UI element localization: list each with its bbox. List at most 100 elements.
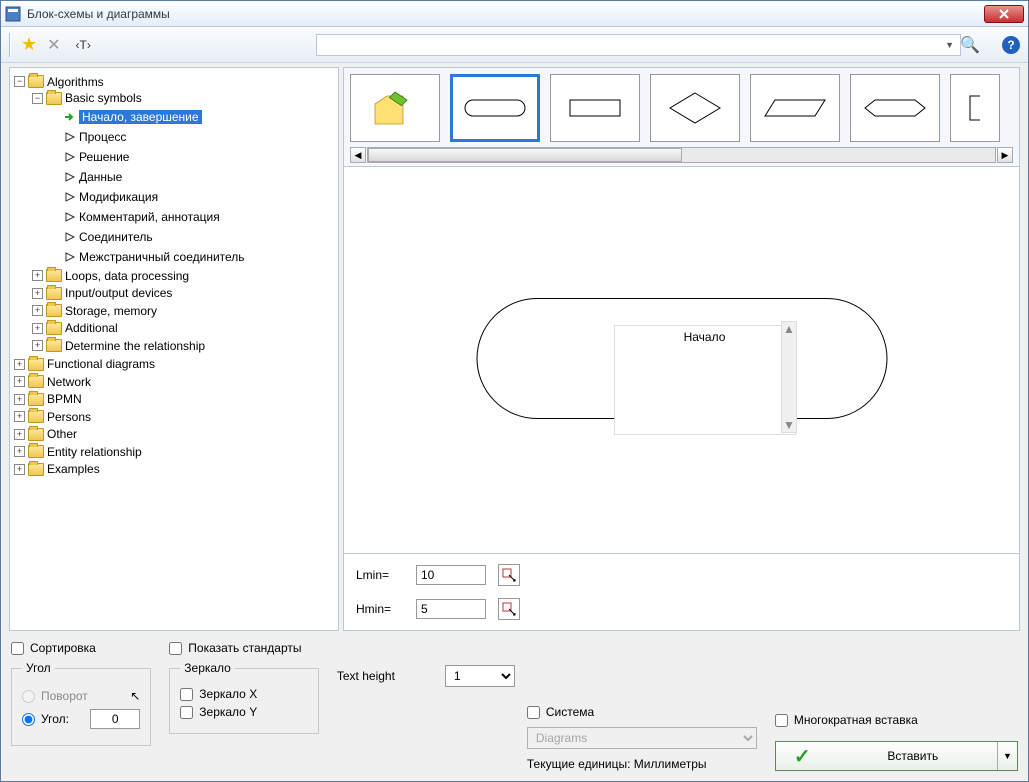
tree-node[interactable]: +Persons bbox=[14, 410, 91, 424]
thumb-decision[interactable] bbox=[650, 74, 740, 142]
tree-node[interactable]: +Determine the relationship bbox=[32, 339, 205, 353]
tree-node[interactable]: +Functional diagrams bbox=[14, 357, 155, 371]
insert-button[interactable]: ✓ Вставить ▼ bbox=[775, 741, 1018, 771]
tree-label: Network bbox=[47, 375, 91, 389]
arrow-icon bbox=[64, 191, 76, 203]
hmin-input[interactable] bbox=[416, 599, 486, 619]
angle-radio[interactable] bbox=[22, 713, 35, 726]
tree-label: Начало, завершение bbox=[79, 110, 202, 124]
tree-item[interactable]: Межстраничный соединитель bbox=[50, 250, 245, 264]
insert-dropdown-icon[interactable]: ▼ bbox=[997, 742, 1017, 770]
tree-item[interactable]: Решение bbox=[50, 150, 129, 164]
mirror-y-checkbox[interactable]: Зеркало Y bbox=[180, 705, 308, 719]
search-icon[interactable]: 🔍 bbox=[960, 35, 980, 55]
tree-node[interactable]: +Examples bbox=[14, 462, 100, 476]
tree-item[interactable]: Процесс bbox=[50, 130, 126, 144]
folder-icon bbox=[46, 322, 62, 335]
text-mode-button[interactable]: ‹T› bbox=[71, 35, 96, 55]
toolbar-grip bbox=[9, 33, 11, 57]
mirror-x-checkbox[interactable]: Зеркало X bbox=[180, 687, 308, 701]
multi-insert-checkbox[interactable]: Многократная вставка bbox=[775, 713, 1018, 727]
tree-label: Storage, memory bbox=[65, 304, 157, 318]
thumb-data[interactable] bbox=[750, 74, 840, 142]
search-input[interactable] bbox=[316, 34, 961, 56]
label-scrollbar[interactable]: ▲▼ bbox=[781, 321, 797, 433]
folder-icon bbox=[28, 358, 44, 371]
tree-item[interactable]: Комментарий, аннотация bbox=[50, 210, 220, 224]
tree-node-algorithms[interactable]: −Algorithms bbox=[14, 75, 104, 89]
folder-icon bbox=[46, 339, 62, 352]
arrow-icon bbox=[64, 211, 76, 223]
angle-input[interactable] bbox=[90, 709, 140, 729]
help-button[interactable]: ? bbox=[1002, 36, 1020, 54]
tree-node[interactable]: +Storage, memory bbox=[32, 304, 157, 318]
folder-icon bbox=[28, 375, 44, 388]
tree-label: Решение bbox=[79, 150, 129, 164]
thumb-process[interactable] bbox=[550, 74, 640, 142]
tree-label: Other bbox=[47, 427, 77, 441]
folder-icon bbox=[28, 75, 44, 88]
tree-label: Модификация bbox=[79, 190, 158, 204]
system-checkbox[interactable]: Система bbox=[527, 705, 757, 719]
tree-item[interactable]: Соединитель bbox=[50, 230, 153, 244]
star-icon[interactable]: ★ bbox=[21, 34, 37, 55]
search-dropdown-icon[interactable]: ▼ bbox=[945, 40, 954, 50]
tree-label: Persons bbox=[47, 410, 91, 424]
check-icon: ✓ bbox=[794, 744, 811, 769]
angle-fieldset: Угол Поворот ↖ Угол: bbox=[11, 661, 151, 746]
tree-label: Determine the relationship bbox=[65, 339, 205, 353]
tree-item[interactable]: Начало, завершение bbox=[50, 110, 202, 124]
text-height-select[interactable]: 1 bbox=[445, 665, 515, 687]
tree-node[interactable]: +Entity relationship bbox=[14, 445, 142, 459]
tree-item[interactable]: Данные bbox=[50, 170, 122, 184]
shape-preview: Начало ▲▼ bbox=[343, 167, 1020, 554]
tree-node-basic-symbols[interactable]: −Basic symbols bbox=[32, 91, 142, 105]
mirror-y-label: Зеркало Y bbox=[199, 705, 257, 719]
scroll-left-icon[interactable]: ◀ bbox=[350, 147, 366, 163]
text-height-label: Text height bbox=[337, 669, 395, 683]
sort-checkbox[interactable]: Сортировка bbox=[11, 641, 151, 655]
scroll-thumb[interactable] bbox=[368, 148, 682, 162]
shape-label-input[interactable]: Начало bbox=[615, 326, 795, 434]
tree-item[interactable]: Модификация bbox=[50, 190, 158, 204]
tree-node[interactable]: +Input/output devices bbox=[32, 286, 172, 300]
hmin-pick-button[interactable] bbox=[498, 598, 520, 620]
thumb-terminator[interactable] bbox=[450, 74, 540, 142]
tree-label: Additional bbox=[65, 321, 118, 335]
tree-node[interactable]: +Network bbox=[14, 375, 91, 389]
lmin-pick-button[interactable] bbox=[498, 564, 520, 586]
tree-label: BPMN bbox=[47, 392, 82, 406]
tree-label: Комментарий, аннотация bbox=[79, 210, 220, 224]
tree-label: Межстраничный соединитель bbox=[79, 250, 245, 264]
folder-icon bbox=[28, 410, 44, 423]
arrow-icon bbox=[64, 251, 76, 263]
system-label: Система bbox=[546, 705, 594, 719]
hmin-row: Hmin= bbox=[356, 598, 1007, 620]
window-title: Блок-схемы и диаграммы bbox=[27, 7, 984, 21]
tree-node[interactable]: +Additional bbox=[32, 321, 118, 335]
tree-node[interactable]: +Loops, data processing bbox=[32, 269, 189, 283]
scroll-track[interactable] bbox=[367, 147, 996, 163]
standards-label: Показать стандарты bbox=[188, 641, 301, 655]
tree-node[interactable]: +Other bbox=[14, 427, 77, 441]
arrow-icon bbox=[64, 231, 76, 243]
thumb-scrollbar[interactable]: ◀ ▶ bbox=[350, 146, 1013, 164]
cursor-icon: ↖ bbox=[130, 689, 140, 703]
close-icon bbox=[999, 9, 1009, 19]
symbol-tree[interactable]: −Algorithms −Basic symbols Начало, завер… bbox=[12, 72, 336, 477]
folder-icon bbox=[28, 393, 44, 406]
thumb-annotation[interactable] bbox=[950, 74, 1000, 142]
rotate-label: Поворот bbox=[41, 689, 88, 703]
params-panel: Lmin= Hmin= bbox=[343, 554, 1020, 631]
lmin-label: Lmin= bbox=[356, 568, 404, 582]
tree-node[interactable]: +BPMN bbox=[14, 392, 82, 406]
rotate-radio[interactable] bbox=[22, 690, 35, 703]
lmin-input[interactable] bbox=[416, 565, 486, 585]
close-button[interactable] bbox=[984, 5, 1024, 23]
standards-checkbox[interactable]: Показать стандарты bbox=[169, 641, 319, 655]
delete-icon[interactable]: ✕ bbox=[47, 35, 60, 55]
scroll-right-icon[interactable]: ▶ bbox=[997, 147, 1013, 163]
thumb-preparation[interactable] bbox=[850, 74, 940, 142]
thumb-category[interactable] bbox=[350, 74, 440, 142]
folder-icon bbox=[46, 92, 62, 105]
